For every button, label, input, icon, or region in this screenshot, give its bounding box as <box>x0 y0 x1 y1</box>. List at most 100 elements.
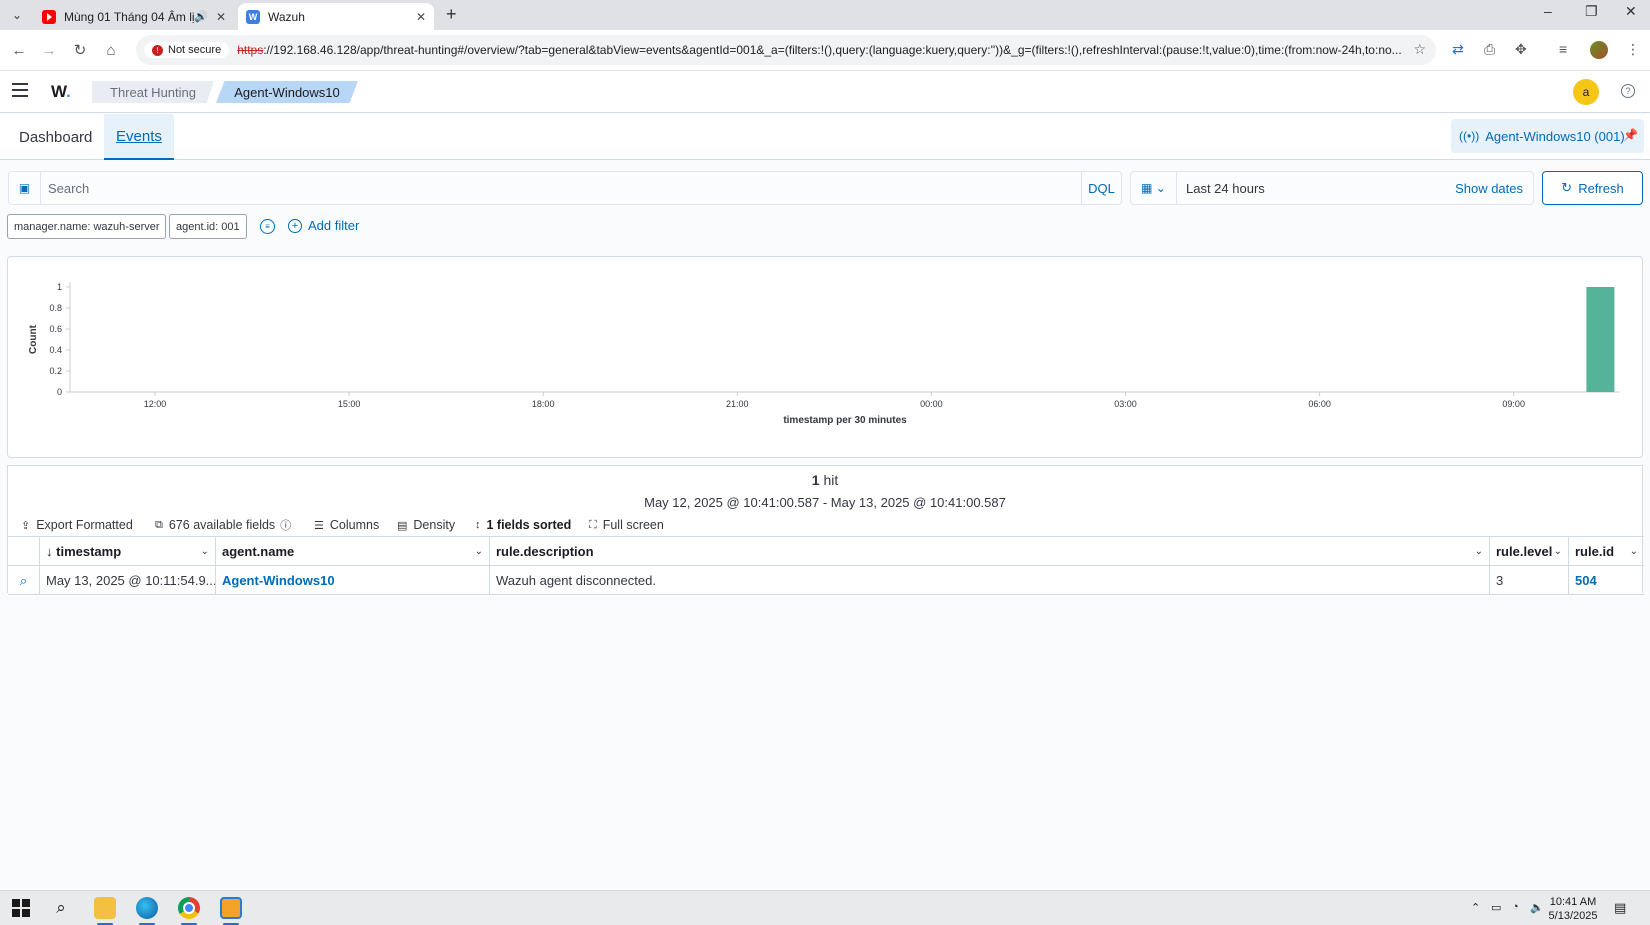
column-header-rule-level[interactable]: rule.level ⌄ <box>1490 537 1569 566</box>
chevron-up-icon[interactable]: ⌃ <box>1471 901 1480 914</box>
fullscreen-icon: ⛶ <box>589 518 597 531</box>
events-histogram: 0 0.2 0.4 0.6 0.8 1 12:00 15:00 18:00 21:00 00:00 0… <box>28 282 1620 426</box>
column-header-rule-description[interactable]: rule.description ⌄ <box>490 537 1490 566</box>
url-text[interactable]: https://192.168.46.128/app/threat-huntin… <box>237 43 1407 57</box>
info-icon: ⓘ <box>280 520 292 532</box>
tab-search-button[interactable]: ⌄ <box>6 4 28 26</box>
battery-icon[interactable]: ▭ <box>1491 901 1501 914</box>
time-range-label[interactable]: Last 24 hours <box>1177 181 1455 196</box>
saved-queries-icon[interactable]: ▣ <box>9 172 41 204</box>
inspect-document-icon[interactable]: ⌕ <box>8 566 40 595</box>
show-dates-link[interactable]: Show dates <box>1455 181 1533 196</box>
volume-icon[interactable]: 🔈 <box>1530 901 1544 914</box>
table-header-row: ↓ timestamp ⌄ agent.name ⌄ rule.descriptio… <box>8 537 1644 566</box>
browser-menu-icon[interactable]: ⋮ <box>1626 41 1640 58</box>
bookmark-star-icon[interactable]: ☆ <box>1413 41 1426 58</box>
notifications-icon[interactable]: ▤ <box>1614 900 1626 916</box>
columns-button[interactable]: ☰ Columns <box>314 518 379 532</box>
cell-rule-level: 3 <box>1490 566 1569 595</box>
file-explorer-icon[interactable] <box>94 897 116 919</box>
reload-icon[interactable]: ↻ <box>69 39 91 61</box>
warning-icon: ! <box>152 44 163 56</box>
close-window-icon[interactable]: ✕ <box>1625 3 1637 20</box>
column-header-agent-name[interactable]: agent.name ⌄ <box>216 537 490 566</box>
browser-tab-wazuh[interactable]: W Wazuh ✕ <box>238 3 434 30</box>
chevron-down-icon: ⌄ <box>1474 546 1483 557</box>
calendar-icon[interactable]: ▦ ⌄ <box>1131 172 1177 204</box>
search-input[interactable] <box>41 173 1081 203</box>
help-icon[interactable]: ? <box>1621 84 1635 98</box>
filter-pill[interactable]: manager.name: wazuh-server <box>7 214 166 239</box>
plus-icon: + <box>288 218 302 233</box>
vmware-icon[interactable] <box>220 897 242 919</box>
print-icon[interactable]: ⎙ <box>1484 41 1495 58</box>
close-tab-icon[interactable]: ✕ <box>416 10 426 24</box>
wazuh-logo[interactable]: W. <box>51 82 71 102</box>
chrome-icon[interactable] <box>178 897 200 919</box>
browser-tab-strip: ⌄ Mùng 01 Tháng 04 Âm lịch 🔊 ✕ W Wazuh ✕… <box>0 0 1650 30</box>
minimize-icon[interactable]: – <box>1544 3 1552 19</box>
user-avatar[interactable]: a <box>1573 79 1599 105</box>
tab-title: Mùng 01 Tháng 04 Âm lịch <box>64 9 195 24</box>
home-icon[interactable]: ⌂ <box>100 39 122 61</box>
extensions-icon[interactable]: ✥ <box>1515 41 1527 58</box>
speaker-icon[interactable]: 🔊 <box>194 10 208 23</box>
density-button[interactable]: ▤ Density <box>397 518 455 532</box>
start-icon[interactable] <box>10 897 32 919</box>
x-tick-label: 18:00 <box>532 399 555 409</box>
full-screen-button[interactable]: ⛶ Full screen <box>589 518 664 532</box>
y-axis-title: Count <box>28 324 39 354</box>
column-header-rule-id[interactable]: rule.id ⌄ <box>1569 537 1644 566</box>
browser-tab-youtube[interactable]: Mùng 01 Tháng 04 Âm lịch 🔊 ✕ <box>34 3 234 30</box>
filter-pill[interactable]: agent.id: 001 <box>169 214 247 239</box>
breadcrumb-threat-hunting[interactable]: Threat Hunting <box>92 81 214 103</box>
density-icon: ▤ <box>397 519 408 532</box>
query-language-button[interactable]: DQL <box>1081 172 1121 204</box>
add-filter-button[interactable]: + Add filter <box>288 218 359 233</box>
filter-options-icon[interactable]: ≡ <box>260 219 275 234</box>
x-tick-label: 06:00 <box>1308 399 1331 409</box>
breadcrumb-agent[interactable]: Agent-Windows10 <box>216 81 358 103</box>
chevron-down-icon: ⌄ <box>474 546 483 557</box>
forward-icon[interactable]: → <box>38 39 60 61</box>
address-bar[interactable]: ! Not secure https://192.168.46.128/app/… <box>136 35 1436 65</box>
translate-icon[interactable]: ⇄ <box>1452 41 1464 58</box>
results-panel: 1 hit May 12, 2025 @ 10:41:00.587 - May … <box>7 465 1644 595</box>
network-icon[interactable]: ◔ <box>1512 901 1519 913</box>
column-header-timestamp[interactable]: ↓ timestamp ⌄ <box>40 537 216 566</box>
refresh-button[interactable]: ↻ Refresh <box>1542 171 1643 205</box>
cell-rule-id: 504 <box>1569 566 1644 595</box>
x-tick-label: 00:00 <box>920 399 943 409</box>
module-tabs: Dashboard Events ((•)) Agent-Windows10 (… <box>0 114 1650 160</box>
restore-icon[interactable]: ❐ <box>1585 3 1598 20</box>
x-tick-label: 12:00 <box>144 399 167 409</box>
security-label: Not secure <box>168 44 222 56</box>
events-histogram-panel: 0 0.2 0.4 0.6 0.8 1 12:00 15:00 18:00 21:00 00:00 0… <box>7 256 1643 458</box>
security-chip[interactable]: ! Not secure <box>144 42 230 58</box>
back-icon[interactable]: ← <box>8 39 30 61</box>
export-button[interactable]: ⇪ Export Formatted <box>21 518 133 532</box>
edge-icon[interactable] <box>136 897 158 919</box>
pin-icon[interactable]: 📌 <box>1623 128 1638 142</box>
rule-id-link[interactable]: 504 <box>1575 573 1597 588</box>
close-tab-icon[interactable]: ✕ <box>216 10 226 24</box>
agent-link[interactable]: Agent-Windows10 <box>222 573 335 588</box>
date-picker: ▦ ⌄ Last 24 hours Show dates <box>1130 171 1534 205</box>
taskbar-clock[interactable]: 10:41 AM 5/13/2025 <box>1543 895 1603 923</box>
export-icon: ⇪ <box>21 519 31 532</box>
search-icon[interactable]: ⌕ <box>50 897 72 919</box>
chevron-down-icon: ⌄ <box>1553 546 1562 557</box>
available-fields-button[interactable]: ⧉ 676 available fields ⓘ <box>155 517 297 533</box>
app-header: W. Threat Hunting Agent-Windows10 a ? <box>0 71 1650 113</box>
chevron-down-icon: ⌄ <box>1629 546 1638 557</box>
sort-button[interactable]: ↕ 1 fields sorted <box>475 518 571 532</box>
media-controls-icon[interactable]: ≡ <box>1559 41 1567 57</box>
menu-icon[interactable] <box>12 83 28 97</box>
y-tick-label: 1 <box>57 282 62 292</box>
profile-avatar[interactable] <box>1590 41 1608 59</box>
pinned-agent-button[interactable]: ((•)) Agent-Windows10 (001) 📌 <box>1451 119 1644 153</box>
new-tab-icon[interactable]: + <box>446 4 457 25</box>
x-tick-label: 21:00 <box>726 399 749 409</box>
tab-events[interactable]: Events <box>104 114 174 160</box>
tab-dashboard[interactable]: Dashboard <box>7 114 104 160</box>
